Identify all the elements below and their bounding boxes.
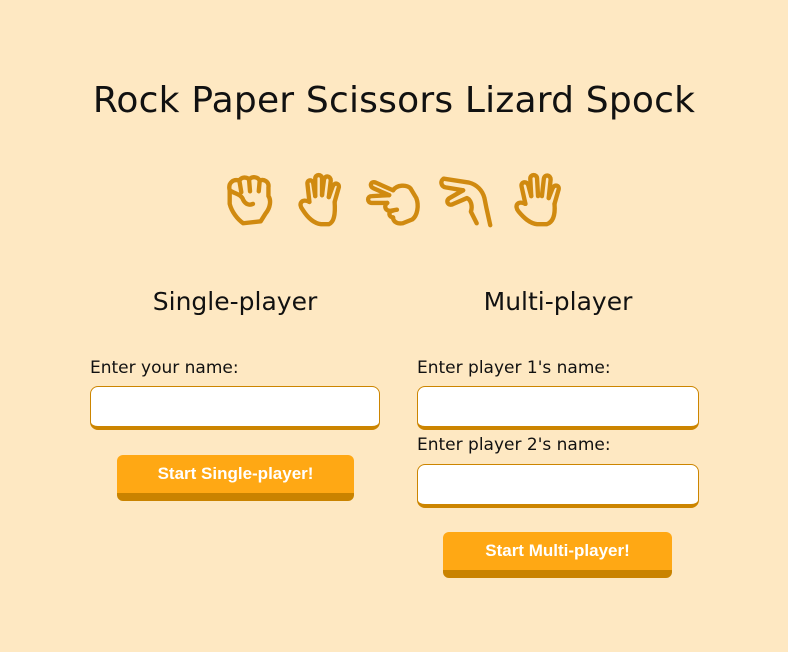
single-name-label: Enter your name: [90,358,239,378]
single-player-heading: Single-player [152,287,318,316]
scissors-hand-icon [365,180,420,226]
single-name-input[interactable] [90,386,380,430]
single-player-panel: Single-player Enter your name: Start Sin… [90,280,380,501]
multi-player-heading: Multi-player [483,287,633,316]
page-title: Rock Paper Scissors Lizard Spock [92,80,696,121]
paper-hand-icon [298,172,342,227]
multi-player-panel: Multi-player Enter player 1's name: Ente… [417,280,699,578]
spock-hand-icon [514,172,561,227]
start-multi-player-button[interactable]: Start Multi-player! [443,532,672,578]
hand-icons-row [220,168,570,232]
lizard-hand-icon [439,176,493,228]
player1-name-input[interactable] [417,386,699,430]
player2-name-label: Enter player 2's name: [417,435,611,455]
player1-name-label: Enter player 1's name: [417,358,611,378]
start-single-player-button[interactable]: Start Single-player! [117,455,354,501]
player2-name-input[interactable] [417,464,699,508]
rock-hand-icon [227,175,273,226]
